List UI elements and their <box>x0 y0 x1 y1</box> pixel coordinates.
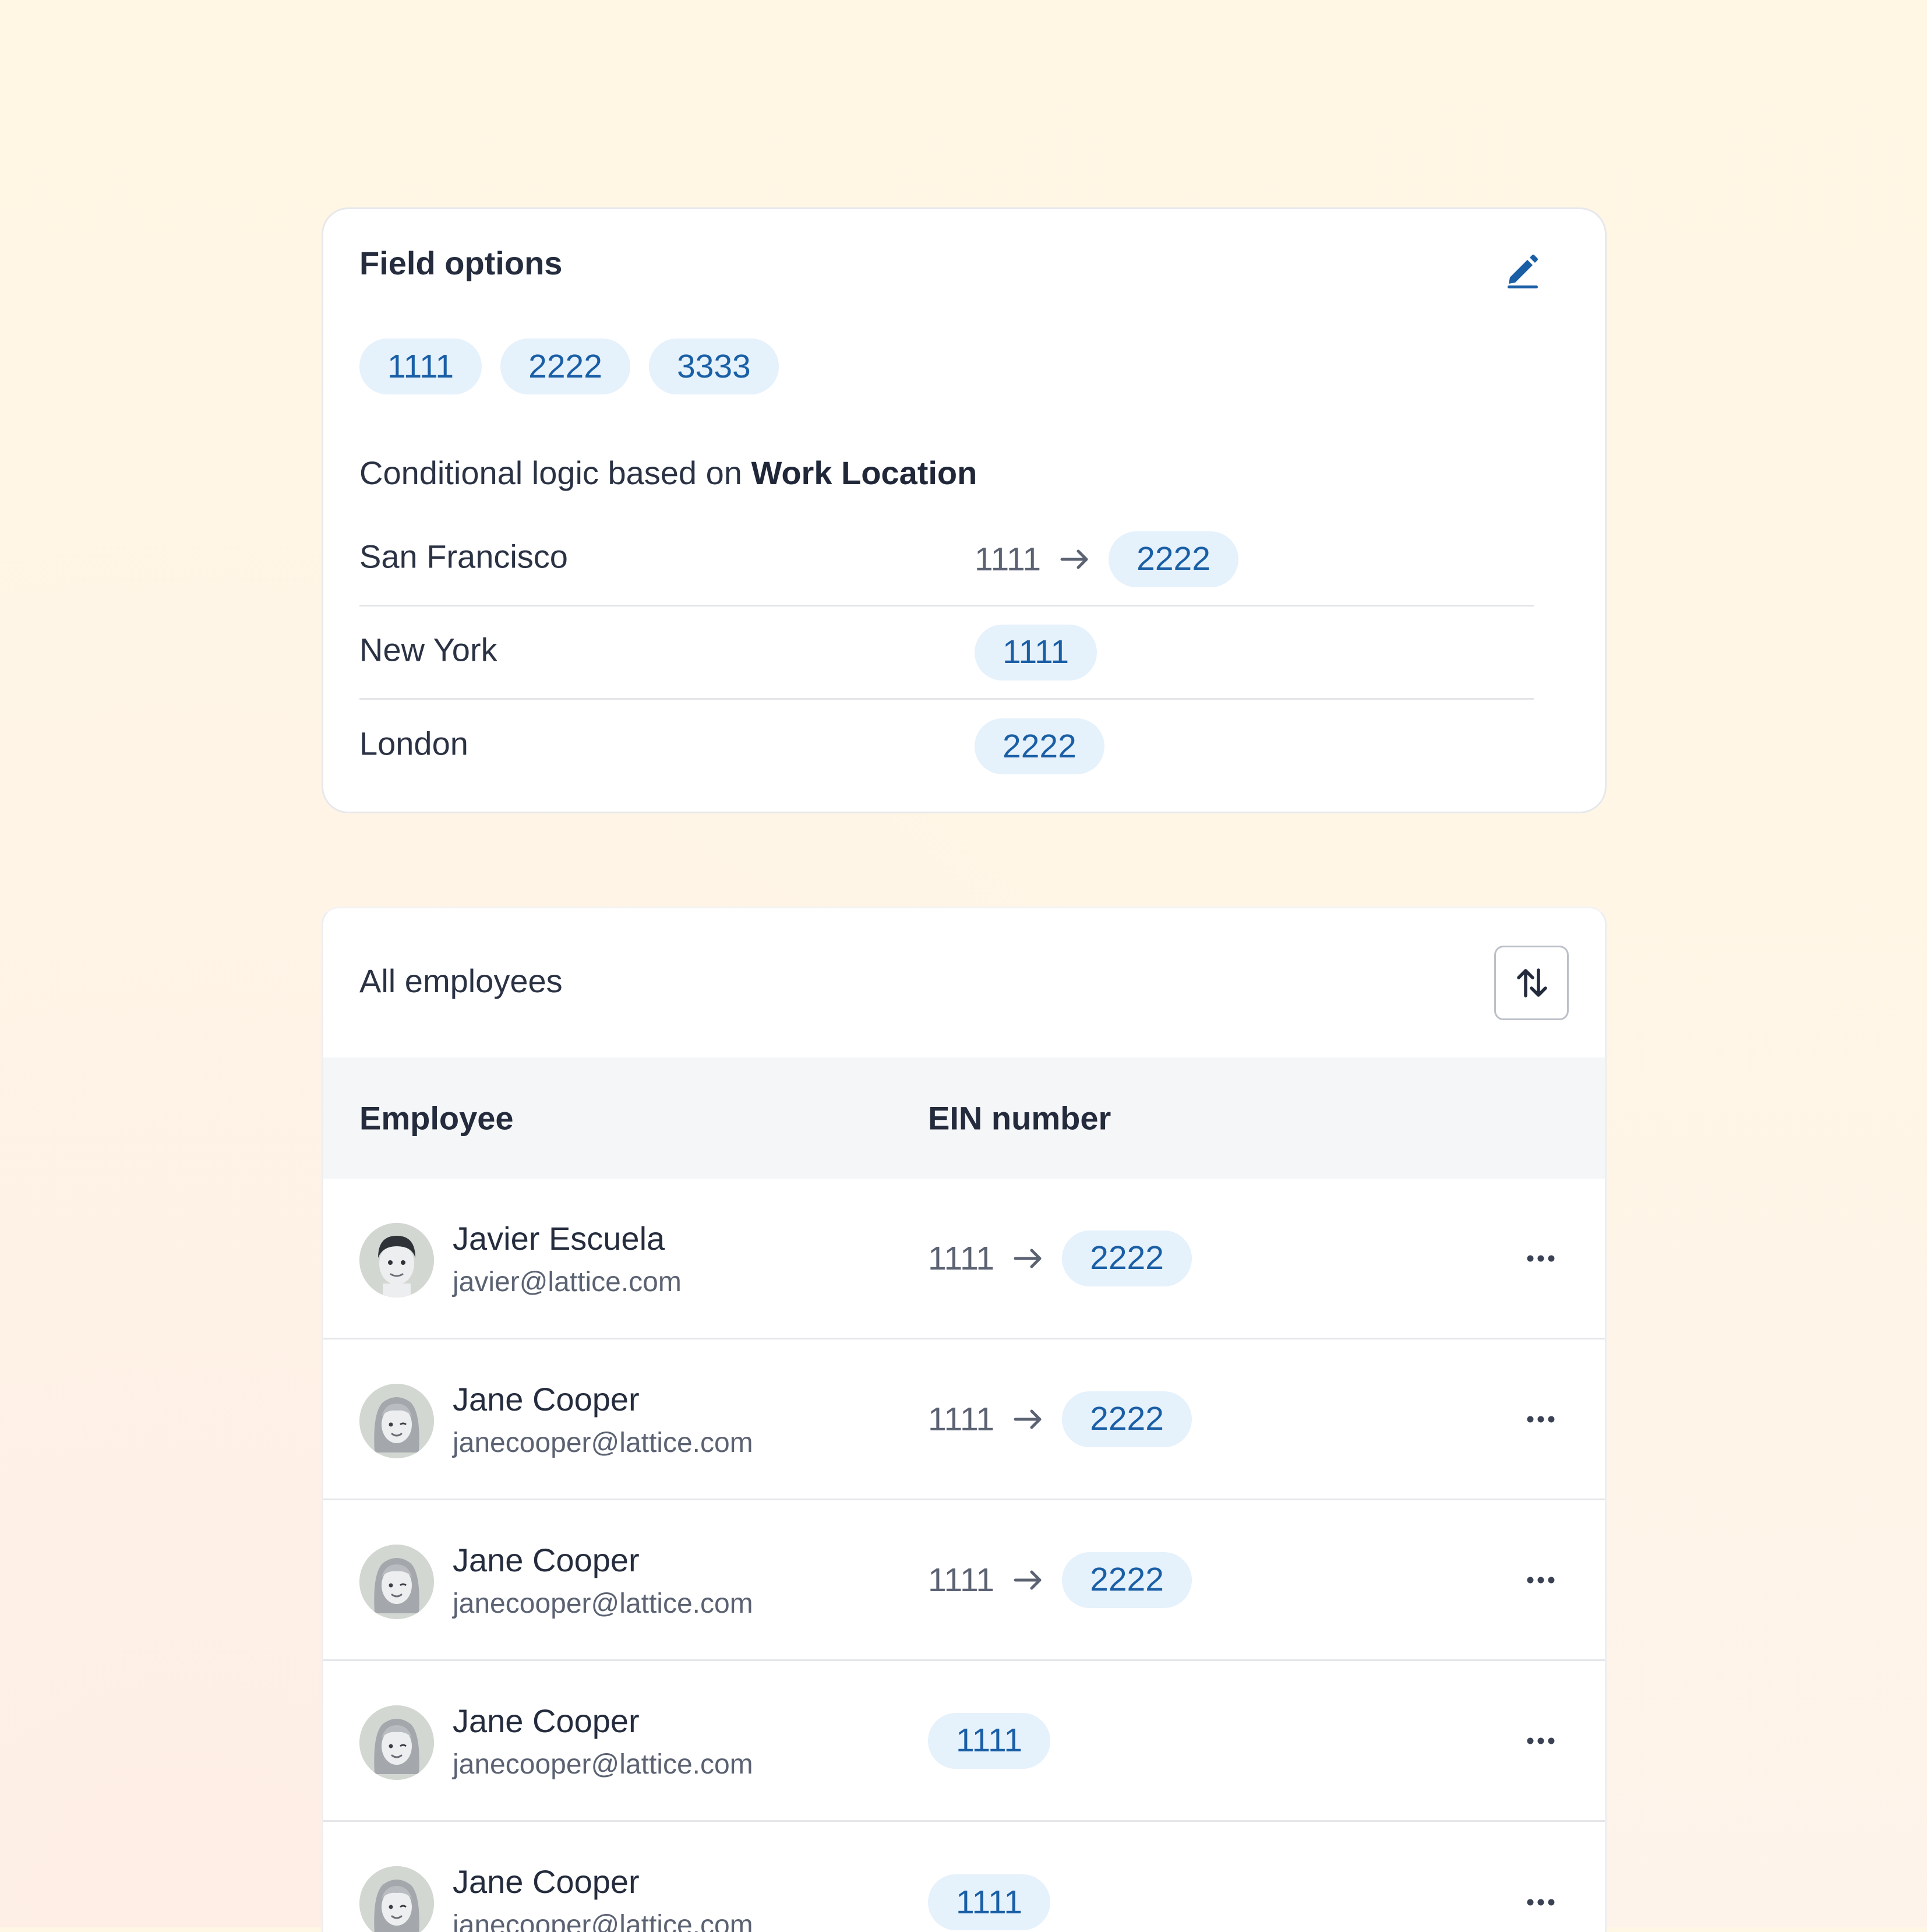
employee-name[interactable]: Javier Escuela <box>453 1219 665 1257</box>
new-value-pill: 1111 <box>928 1874 1051 1930</box>
employee-email: janecooper@lattice.com <box>453 1910 753 1932</box>
ellipsis-icon <box>1527 1577 1555 1583</box>
old-value: 1111 <box>928 1561 995 1599</box>
avatar <box>359 1705 434 1780</box>
old-value: 1111 <box>928 1239 995 1277</box>
avatar <box>359 1384 434 1458</box>
new-value-pill: 1111 <box>975 624 1097 681</box>
option-pill[interactable]: 2222 <box>500 339 630 394</box>
more-options-button[interactable] <box>1512 1563 1570 1598</box>
column-header-employee[interactable]: Employee <box>359 1099 514 1137</box>
option-pill[interactable]: 1111 <box>359 339 482 394</box>
new-value-pill: 2222 <box>1109 531 1238 587</box>
table-row: Javier Escuela javier@lattice.com 1111 2… <box>323 1179 1605 1339</box>
new-value-pill: 2222 <box>1062 1230 1192 1286</box>
option-pill[interactable]: 3333 <box>648 339 779 394</box>
ein-value: 1111 <box>928 1712 1051 1769</box>
employee-name[interactable]: Jane Cooper <box>453 1380 640 1418</box>
more-options-button[interactable] <box>1512 1723 1570 1758</box>
conditional-logic-label: Conditional logic based on Work Location <box>359 454 977 492</box>
arrow-right-icon <box>1058 543 1091 576</box>
ein-value: 1111 <box>928 1874 1051 1930</box>
ellipsis-icon <box>1527 1416 1555 1422</box>
pencil-icon <box>1508 255 1538 288</box>
employee-email: janecooper@lattice.com <box>453 1427 753 1458</box>
old-value: 1111 <box>975 540 1042 578</box>
more-options-button[interactable] <box>1512 1885 1570 1920</box>
avatar <box>359 1545 434 1619</box>
more-options-button[interactable] <box>1512 1241 1570 1276</box>
rule-value: 1111 2222 <box>975 531 1238 587</box>
column-header-ein[interactable]: EIN number <box>928 1099 1111 1137</box>
table-row: Jane Cooper janecooper@lattice.com 1111 <box>323 1661 1605 1822</box>
ellipsis-icon <box>1527 1899 1555 1906</box>
employee-email: javier@lattice.com <box>453 1267 682 1298</box>
old-value: 1111 <box>928 1400 995 1438</box>
arrow-right-icon <box>1012 1242 1044 1275</box>
option-pills: 1111 2222 3333 <box>359 339 779 394</box>
edit-button[interactable] <box>1500 246 1547 293</box>
ein-value: 1111 2222 <box>928 1230 1192 1286</box>
avatar <box>359 1223 434 1298</box>
new-value-pill: 1111 <box>928 1712 1051 1769</box>
employee-name[interactable]: Jane Cooper <box>453 1541 640 1579</box>
rule-city: San Francisco <box>359 537 568 574</box>
rule-city: London <box>359 725 468 762</box>
sort-button[interactable] <box>1494 946 1569 1020</box>
new-value-pill: 2222 <box>1062 1391 1192 1447</box>
employee-name[interactable]: Jane Cooper <box>453 1702 640 1740</box>
ellipsis-icon <box>1527 1255 1555 1261</box>
ein-value: 1111 2222 <box>928 1552 1192 1608</box>
new-value-pill: 2222 <box>1062 1552 1192 1608</box>
rule-row: San Francisco 1111 2222 <box>359 513 1534 607</box>
new-value-pill: 2222 <box>975 718 1104 774</box>
arrow-right-icon <box>1012 1403 1044 1436</box>
rule-value: 1111 <box>975 624 1097 681</box>
ein-value: 1111 2222 <box>928 1391 1192 1447</box>
rule-row: London 2222 <box>359 700 1534 793</box>
employees-card: All employees Employee EIN number Javier… <box>322 907 1607 1932</box>
table-row: Jane Cooper janecooper@lattice.com 1111 … <box>323 1500 1605 1661</box>
field-options-card: Field options 1111 2222 3333 Conditional… <box>322 207 1607 813</box>
sort-arrows-icon <box>1517 968 1547 997</box>
more-options-button[interactable] <box>1512 1402 1570 1437</box>
rule-row: New York 1111 <box>359 607 1534 700</box>
conditional-prefix: Conditional logic based on <box>359 454 751 491</box>
ellipsis-icon <box>1527 1737 1555 1744</box>
rule-city: New York <box>359 630 497 668</box>
employee-email: janecooper@lattice.com <box>453 1588 753 1619</box>
arrow-right-icon <box>1012 1564 1044 1596</box>
table-header: Employee EIN number <box>323 1057 1605 1179</box>
field-options-title: Field options <box>359 245 563 281</box>
table-row: Jane Cooper janecooper@lattice.com 1111 <box>323 1822 1605 1932</box>
employee-email: janecooper@lattice.com <box>453 1749 753 1780</box>
rule-value: 2222 <box>975 718 1104 774</box>
avatar <box>359 1866 434 1932</box>
employee-name[interactable]: Jane Cooper <box>453 1863 640 1901</box>
employees-title: All employees <box>359 963 563 999</box>
table-row: Jane Cooper janecooper@lattice.com 1111 … <box>323 1339 1605 1500</box>
conditional-field: Work Location <box>751 454 977 491</box>
